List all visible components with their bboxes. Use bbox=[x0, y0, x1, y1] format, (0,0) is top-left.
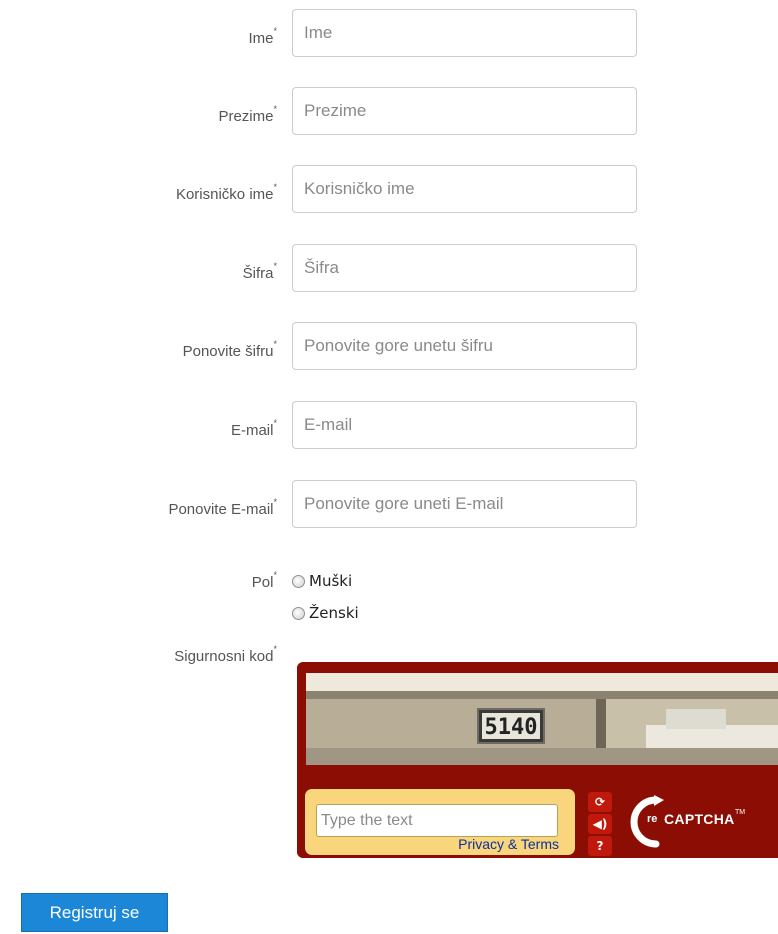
recaptcha-logo-re: re bbox=[647, 813, 658, 825]
recaptcha-widget: 5140 Privacy & Terms ⟳ ◀) ? re CAPTCHA T… bbox=[297, 662, 778, 858]
register-button[interactable]: Registruj se bbox=[21, 893, 168, 932]
recaptcha-logo: re CAPTCHA TM bbox=[624, 792, 774, 850]
field-row-sifra: Šifra* bbox=[0, 244, 778, 294]
email-input[interactable] bbox=[292, 401, 637, 449]
radio-zenski[interactable] bbox=[292, 606, 305, 620]
field-label-ime: Ime* bbox=[248, 26, 277, 47]
refresh-icon[interactable]: ⟳ bbox=[588, 792, 612, 812]
gender-label: Pol* bbox=[251, 570, 277, 591]
audio-icon[interactable]: ◀) bbox=[588, 814, 612, 834]
field-row-ponovite-sifru: Ponovite šifru* bbox=[0, 322, 778, 372]
recaptcha-logo-text: CAPTCHA bbox=[664, 811, 735, 827]
field-label-ponovite-sifru: Ponovite šifru* bbox=[182, 339, 277, 360]
field-row-prezime: Prezime* bbox=[0, 87, 778, 137]
field-label-prezime: Prezime* bbox=[218, 104, 277, 125]
confirm-email-input[interactable] bbox=[292, 480, 637, 528]
help-icon[interactable]: ? bbox=[588, 836, 612, 856]
gender-row: Pol* Muški Ženski bbox=[0, 568, 778, 628]
field-row-ime: Ime* bbox=[0, 9, 778, 59]
field-label-email: E-mail* bbox=[230, 418, 277, 439]
ime-input[interactable] bbox=[292, 9, 637, 57]
radio-label-muski[interactable]: Muški bbox=[309, 572, 352, 590]
radio-muski[interactable] bbox=[292, 574, 305, 588]
gender-option-zenski[interactable]: Ženski bbox=[292, 602, 359, 624]
prezime-input[interactable] bbox=[292, 87, 637, 135]
field-row-email: E-mail* bbox=[0, 401, 778, 451]
field-label-korisnicko-ime: Korisničko ime* bbox=[175, 182, 277, 203]
captcha-text-input[interactable] bbox=[316, 804, 558, 837]
gender-option-muski[interactable]: Muški bbox=[292, 570, 352, 592]
captcha-image: 5140 bbox=[306, 673, 778, 765]
field-label-ponovite-email: Ponovite E-mail* bbox=[168, 497, 277, 518]
password-input[interactable] bbox=[292, 244, 637, 292]
field-row-korisnicko-ime: Korisničko ime* bbox=[0, 165, 778, 215]
field-row-ponovite-email: Ponovite E-mail* bbox=[0, 480, 778, 530]
recaptcha-logo-tm: TM bbox=[735, 809, 746, 816]
radio-label-zenski[interactable]: Ženski bbox=[309, 604, 359, 622]
captcha-input-panel: Privacy & Terms bbox=[305, 789, 575, 855]
captcha-controls: ⟳ ◀) ? bbox=[588, 792, 614, 858]
field-label-sifra: Šifra* bbox=[242, 261, 277, 282]
username-input[interactable] bbox=[292, 165, 637, 213]
captcha-code: 5140 bbox=[485, 715, 538, 740]
privacy-terms-link[interactable]: Privacy & Terms bbox=[458, 836, 559, 852]
confirm-password-input[interactable] bbox=[292, 322, 637, 370]
captcha-label: Sigurnosni kod* bbox=[174, 644, 277, 665]
